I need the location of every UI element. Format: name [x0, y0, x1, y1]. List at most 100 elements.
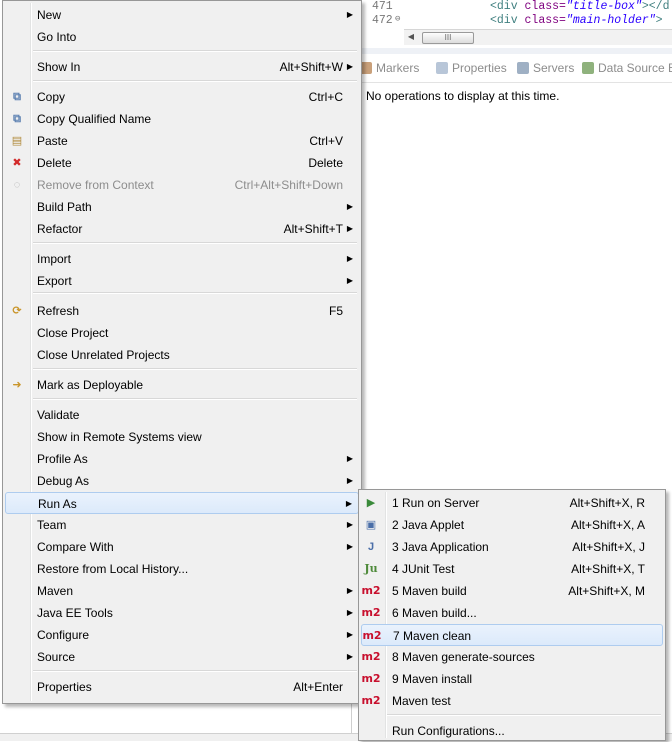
- menu-item-label: Properties: [37, 680, 92, 694]
- menu-item-close-unrelated-projects[interactable]: Close Unrelated Projects: [5, 344, 359, 366]
- run-as-item-6-maven-build[interactable]: m2 6 Maven build...: [361, 602, 663, 624]
- menu-item-label: 7 Maven clean: [393, 629, 472, 643]
- run-as-item-9-maven-install[interactable]: m2 9 Maven install: [361, 668, 663, 690]
- menu-item-mark-as-deployable[interactable]: ➜ Mark as Deployable: [5, 374, 359, 396]
- shortcut-label: Ctrl+V: [309, 134, 343, 148]
- maven-icon: m2: [361, 606, 381, 619]
- shortcut-label: Alt+Shift+T: [283, 222, 343, 236]
- submenu-arrow-icon: ▶: [346, 520, 353, 529]
- menu-item-label: 6 Maven build...: [392, 606, 477, 620]
- submenu-arrow-icon: ▶: [346, 224, 353, 233]
- menu-item-label: Run Configurations...: [392, 724, 505, 738]
- java-application-icon: J: [367, 541, 375, 553]
- views-tab-bar: Markers Properties Servers Data Source E: [352, 54, 672, 83]
- menu-item-maven[interactable]: Maven ▶: [5, 580, 359, 602]
- menu-item-label: Close Project: [37, 326, 109, 340]
- menu-item-import[interactable]: Import ▶: [5, 248, 359, 270]
- menu-item-build-path[interactable]: Build Path ▶: [5, 196, 359, 218]
- menu-item-paste[interactable]: ▤ Paste Ctrl+V: [5, 130, 359, 152]
- run-as-item-8-maven-generate-sources[interactable]: m2 8 Maven generate-sources: [361, 646, 663, 668]
- menu-item-label: Run As: [38, 497, 77, 511]
- remove-context-icon: ◌: [13, 179, 21, 191]
- menu-item-label: Close Unrelated Projects: [37, 348, 170, 362]
- menu-item-show-in[interactable]: Show In Alt+Shift+W ▶: [5, 56, 359, 78]
- menu-item-copy-qualified-name[interactable]: ⧉ Copy Qualified Name: [5, 108, 359, 130]
- menu-item-compare-with[interactable]: Compare With ▶: [5, 536, 359, 558]
- menu-item-show-in-remote-systems-view[interactable]: Show in Remote Systems view: [5, 426, 359, 448]
- scroll-thumb[interactable]: III: [422, 32, 474, 44]
- run-as-item-5-maven-build[interactable]: m2 5 Maven build Alt+Shift+X, M: [361, 580, 663, 602]
- menu-item-label: Copy Qualified Name: [37, 112, 152, 126]
- tab-properties[interactable]: Properties: [436, 61, 507, 75]
- menu-item-debug-as[interactable]: Debug As ▶: [5, 470, 359, 492]
- submenu-arrow-icon: ▶: [346, 202, 353, 211]
- menu-item-refresh[interactable]: ⟳ Refresh F5: [5, 300, 359, 322]
- submenu-arrow-icon: ▶: [346, 608, 353, 617]
- menu-item-close-project[interactable]: Close Project: [5, 322, 359, 344]
- menu-item-refactor[interactable]: Refactor Alt+Shift+T ▶: [5, 218, 359, 240]
- menu-item-label: Paste: [37, 134, 68, 148]
- run-on-server-icon: ▶: [366, 497, 376, 509]
- refresh-icon: ⟳: [12, 305, 22, 317]
- shortcut-label: Alt+Shift+X, R: [569, 496, 645, 510]
- paste-icon: ▤: [11, 135, 23, 147]
- line-number: 471: [372, 0, 393, 13]
- menu-item-label: New: [37, 8, 62, 22]
- menu-item-configure[interactable]: Configure ▶: [5, 624, 359, 646]
- menu-item-label: Show In: [37, 60, 81, 74]
- menu-item-label: Compare With: [37, 540, 114, 554]
- menu-item-label: Maven test: [392, 694, 451, 708]
- horizontal-scrollbar[interactable]: ◀ III: [404, 29, 672, 45]
- menu-item-new[interactable]: New ▶: [5, 4, 359, 26]
- submenu-arrow-icon: ▶: [346, 542, 353, 551]
- copy-qualified-name-icon: ⧉: [13, 113, 21, 125]
- menu-item-remove-from-context[interactable]: ◌ Remove from Context Ctrl+Alt+Shift+Down: [5, 174, 359, 196]
- menu-item-label: Maven: [37, 584, 74, 598]
- run-as-item-4-junit-test[interactable]: Ju 4 JUnit Test Alt+Shift+X, T: [361, 558, 663, 580]
- menu-item-go-into[interactable]: Go Into: [5, 26, 359, 48]
- menu-item-restore-from-local-history[interactable]: Restore from Local History...: [5, 558, 359, 580]
- menu-item-label: Mark as Deployable: [37, 378, 144, 392]
- menu-item-run-as[interactable]: Run As ▶: [5, 492, 359, 514]
- menu-item-label: Debug As: [37, 474, 90, 488]
- menu-separator: [33, 368, 357, 370]
- menu-item-label: Go Into: [37, 30, 77, 44]
- menu-item-validate[interactable]: Validate: [5, 404, 359, 426]
- run-as-item-maven-test[interactable]: m2 Maven test: [361, 690, 663, 712]
- menu-item-label: Restore from Local History...: [37, 562, 189, 576]
- tab-data-source[interactable]: Data Source E: [582, 61, 672, 75]
- menu-item-label: 2 Java Applet: [392, 518, 465, 532]
- shortcut-label: F5: [328, 304, 343, 318]
- menu-item-label: Team: [37, 518, 67, 532]
- menu-item-delete[interactable]: ✖ Delete Delete: [5, 152, 359, 174]
- menu-separator: [33, 50, 357, 52]
- menu-item-label: Profile As: [37, 452, 88, 466]
- run-as-item-3-java-application[interactable]: J 3 Java Application Alt+Shift+X, J: [361, 536, 663, 558]
- junit-icon: Ju: [364, 562, 378, 575]
- menu-item-copy[interactable]: ⧉ Copy Ctrl+C: [5, 86, 359, 108]
- fold-toggle-icon[interactable]: ⊖: [395, 14, 400, 24]
- run-as-item-1-run-on-server[interactable]: ▶ 1 Run on Server Alt+Shift+X, R: [361, 492, 663, 514]
- menu-item-label: Refresh: [37, 304, 80, 318]
- code-text: <div class="title-box"></d: [490, 0, 670, 13]
- scroll-left-arrow-icon[interactable]: ◀: [406, 32, 416, 42]
- tab-servers[interactable]: Servers: [517, 61, 574, 75]
- menu-item-label: Remove from Context: [37, 178, 154, 192]
- menu-item-source[interactable]: Source ▶: [5, 646, 359, 668]
- run-as-item-2-java-applet[interactable]: ▣ 2 Java Applet Alt+Shift+X, A: [361, 514, 663, 536]
- menu-item-profile-as[interactable]: Profile As ▶: [5, 448, 359, 470]
- run-as-submenu: ▶ 1 Run on Server Alt+Shift+X, R ▣ 2 Java Ap…: [358, 489, 666, 741]
- menu-item-java-ee-tools[interactable]: Java EE Tools ▶: [5, 602, 359, 624]
- deployable-icon: ➜: [12, 379, 22, 391]
- menu-item-export[interactable]: Export ▶: [5, 270, 359, 292]
- submenu-arrow-icon: ▶: [346, 10, 353, 19]
- menu-item-team[interactable]: Team ▶: [5, 514, 359, 536]
- shortcut-label: Alt+Enter: [293, 680, 343, 694]
- run-as-item-7-maven-clean[interactable]: m2 7 Maven clean: [361, 624, 663, 646]
- shortcut-label: Alt+Shift+X, T: [571, 562, 645, 576]
- run-as-item-run-configurations[interactable]: Run Configurations...: [361, 720, 663, 742]
- shortcut-label: Alt+Shift+X, J: [572, 540, 645, 554]
- tab-markers[interactable]: Markers: [360, 61, 419, 75]
- copy-icon: ⧉: [13, 91, 21, 103]
- menu-item-properties[interactable]: Properties Alt+Enter: [5, 676, 359, 698]
